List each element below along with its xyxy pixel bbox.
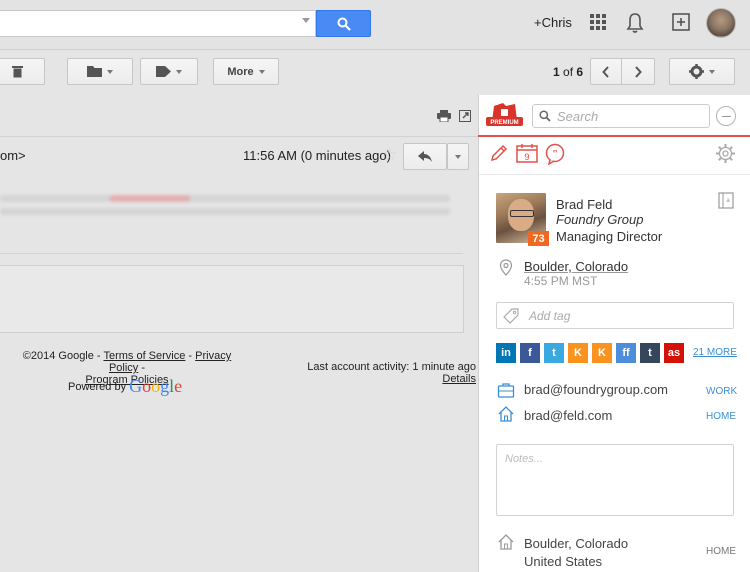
quote-bubble-icon[interactable]: " [544, 143, 566, 165]
address-city: Boulder, Colorado [524, 536, 629, 551]
address-country: United States [524, 554, 603, 569]
chevron-down-icon [455, 154, 461, 159]
move-to-button[interactable] [67, 58, 133, 85]
user-profile-link[interactable]: +Chris [534, 15, 572, 30]
folder-icon [87, 66, 102, 77]
notifications-bell-icon[interactable] [626, 12, 644, 34]
quick-reply-box[interactable] [0, 265, 464, 333]
divider [479, 174, 750, 175]
social-icon[interactable]: as [664, 343, 684, 363]
tag-placeholder: Add tag [529, 309, 571, 323]
newer-button[interactable] [590, 58, 622, 85]
details-link[interactable]: Details [442, 373, 476, 385]
svg-text:9: 9 [524, 152, 529, 162]
work-briefcase-icon [497, 383, 515, 398]
social-icon[interactable]: K [592, 343, 612, 363]
contact-location[interactable]: Boulder, Colorado [524, 259, 628, 274]
home-icon [498, 534, 514, 550]
social-icon[interactable]: t [544, 343, 564, 363]
reply-more-options-button[interactable] [447, 143, 469, 170]
chevron-down-icon [107, 69, 113, 74]
more-label: More [227, 65, 254, 78]
location-pin-icon [499, 259, 513, 276]
social-icon[interactable]: f [520, 343, 540, 363]
notes-placeholder: Notes... [505, 453, 543, 465]
share-plus-icon[interactable] [671, 12, 691, 32]
social-icon[interactable]: t [640, 343, 660, 363]
more-social-link[interactable]: 21 MORE [693, 347, 737, 358]
new-window-icon[interactable] [459, 110, 471, 122]
contact-company: Foundry Group [556, 212, 644, 227]
search-icon [337, 17, 351, 31]
svg-text:a: a [726, 198, 730, 204]
divider [0, 136, 478, 137]
terms-link[interactable]: Terms of Service [103, 350, 185, 362]
email-work[interactable]: brad@foundrygroup.com [524, 382, 668, 397]
email-work-label: WORK [706, 386, 738, 397]
email-body-line [0, 195, 450, 202]
account-activity: Last account activity: 1 minute ago Deta… [307, 361, 476, 385]
account-avatar[interactable] [706, 8, 736, 38]
contact-name: Brad Feld [556, 197, 613, 212]
powered-by-google: Powered by Google [68, 376, 183, 396]
older-button[interactable] [621, 58, 655, 85]
search-options-caret-icon[interactable] [302, 18, 310, 23]
premium-logo-icon[interactable]: PREMIUM [486, 102, 523, 128]
svg-text:": " [552, 148, 558, 160]
star-icon[interactable]: ☆ [382, 145, 397, 165]
contact-local-time: 4:55 PM MST [524, 274, 598, 288]
gear-icon[interactable] [715, 143, 736, 164]
contact-title: Managing Director [556, 229, 663, 244]
chevron-down-icon [709, 69, 715, 74]
social-icon[interactable]: K [568, 343, 588, 363]
chevron-left-icon [602, 65, 609, 78]
search-placeholder: Search [557, 108, 599, 124]
label-tag-icon [156, 66, 171, 77]
tag-icon [503, 308, 519, 324]
apps-grid-icon[interactable] [590, 14, 606, 30]
search-button[interactable] [316, 10, 371, 37]
sender-address: om> [0, 148, 26, 163]
notes-textarea[interactable]: Notes... [496, 444, 734, 516]
svg-text:PREMIUM: PREMIUM [490, 120, 518, 126]
social-icon[interactable]: ff [616, 343, 636, 363]
trash-icon [12, 66, 23, 78]
print-icon[interactable] [437, 110, 451, 122]
social-icon[interactable]: in [496, 343, 516, 363]
home-icon [498, 406, 514, 422]
email-timestamp: 11:56 AM (0 minutes ago) [243, 148, 391, 163]
email-home[interactable]: brad@feld.com [524, 408, 612, 423]
address-label: HOME [706, 546, 736, 557]
contact-search-input[interactable]: Search [532, 104, 710, 128]
mail-search-input[interactable] [0, 10, 316, 37]
gear-icon [689, 64, 704, 79]
settings-button[interactable] [669, 58, 735, 85]
delete-button[interactable] [0, 58, 45, 85]
divider [0, 253, 463, 254]
chevron-right-icon [635, 65, 642, 78]
email-body-line [0, 208, 450, 215]
calendar-icon[interactable]: 9 [516, 143, 538, 163]
reply-button[interactable] [403, 143, 447, 170]
chevron-down-icon [258, 69, 265, 74]
vcard-icon[interactable]: a [718, 192, 734, 209]
more-actions-button[interactable]: More [213, 58, 279, 85]
search-icon [539, 110, 551, 122]
pencil-icon[interactable] [489, 143, 509, 163]
pager-count: 1 of 6 [553, 65, 584, 79]
reply-arrow-icon [418, 151, 432, 162]
chevron-down-icon [176, 69, 182, 74]
google-logo: Google [129, 376, 183, 396]
collapse-sidebar-button[interactable] [716, 106, 736, 126]
email-home-label: HOME [706, 411, 736, 422]
score-badge: 73 [528, 231, 549, 246]
labels-button[interactable] [140, 58, 198, 85]
